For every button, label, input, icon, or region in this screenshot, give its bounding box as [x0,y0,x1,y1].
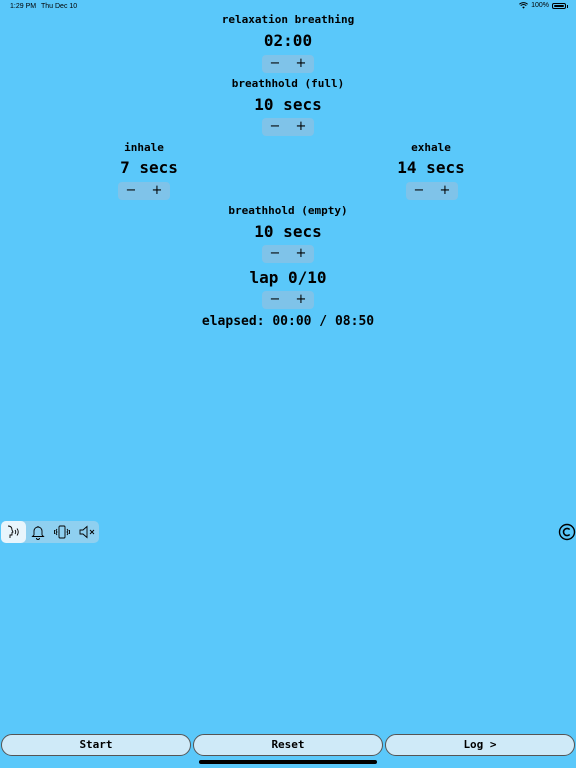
breathhold-full-stepper[interactable]: − + [262,118,314,136]
breathhold-empty-value: 10 secs [254,222,322,241]
exhale-decrement-button[interactable]: − [406,182,432,200]
inhale-label: inhale [124,141,164,154]
exhale-value: 14 secs [397,158,465,177]
lap-value: lap 0/10 [249,268,327,287]
breathhold-empty-increment-button[interactable]: + [288,245,314,263]
vibrate-mode-button[interactable] [50,521,75,543]
status-bar: 1:29 PM Thu Dec 10 100% [0,0,576,14]
battery-icon [552,2,568,9]
bell-icon [31,526,45,540]
elapsed-text: elapsed: 00:00 / 08:50 [201,314,375,329]
exhale-stepper[interactable]: − + [406,182,458,200]
status-right: 100% [519,2,568,9]
inhale-decrement-button[interactable]: − [118,182,144,200]
exhale-label: exhale [411,141,451,154]
reset-button[interactable]: Reset [193,734,383,756]
wifi-icon [519,2,529,9]
lap-stepper[interactable]: − + [262,291,314,309]
breathhold-full-label: breathhold (full) [231,77,345,90]
breathhold-full-value: 10 secs [254,95,322,114]
breathhold-full-increment-button[interactable]: + [288,118,314,136]
bell-mode-button[interactable] [26,521,51,543]
inhale-increment-button[interactable]: + [144,182,170,200]
breathhold-empty-decrement-button[interactable]: − [262,245,288,263]
breathhold-full-decrement-button[interactable]: − [262,118,288,136]
session-increment-button[interactable]: + [288,55,314,73]
mute-icon [79,525,95,539]
breathhold-empty-stepper[interactable]: − + [262,245,314,263]
log-button[interactable]: Log > [385,734,575,756]
sound-mode-control[interactable] [1,521,99,543]
vibrate-icon [54,525,71,539]
session-decrement-button[interactable]: − [262,55,288,73]
status-date: Thu Dec 10 [41,3,78,10]
voice-icon [8,525,19,538]
status-time: 1:29 PM [10,3,37,10]
copyright-icon[interactable] [558,523,576,541]
session-label: relaxation breathing [221,13,355,26]
battery-percent: 100% [531,2,549,9]
lap-decrement-button[interactable]: − [262,291,288,309]
mute-mode-button[interactable] [75,521,100,543]
start-button[interactable]: Start [1,734,191,756]
voice-mode-button[interactable] [1,521,26,543]
lap-increment-button[interactable]: + [288,291,314,309]
session-value: 02:00 [263,31,313,50]
session-stepper[interactable]: − + [262,55,314,73]
exhale-increment-button[interactable]: + [432,182,458,200]
home-indicator [199,760,377,764]
breathhold-empty-label: breathhold (empty) [228,204,348,217]
inhale-stepper[interactable]: − + [118,182,170,200]
inhale-value: 7 secs [120,158,178,177]
